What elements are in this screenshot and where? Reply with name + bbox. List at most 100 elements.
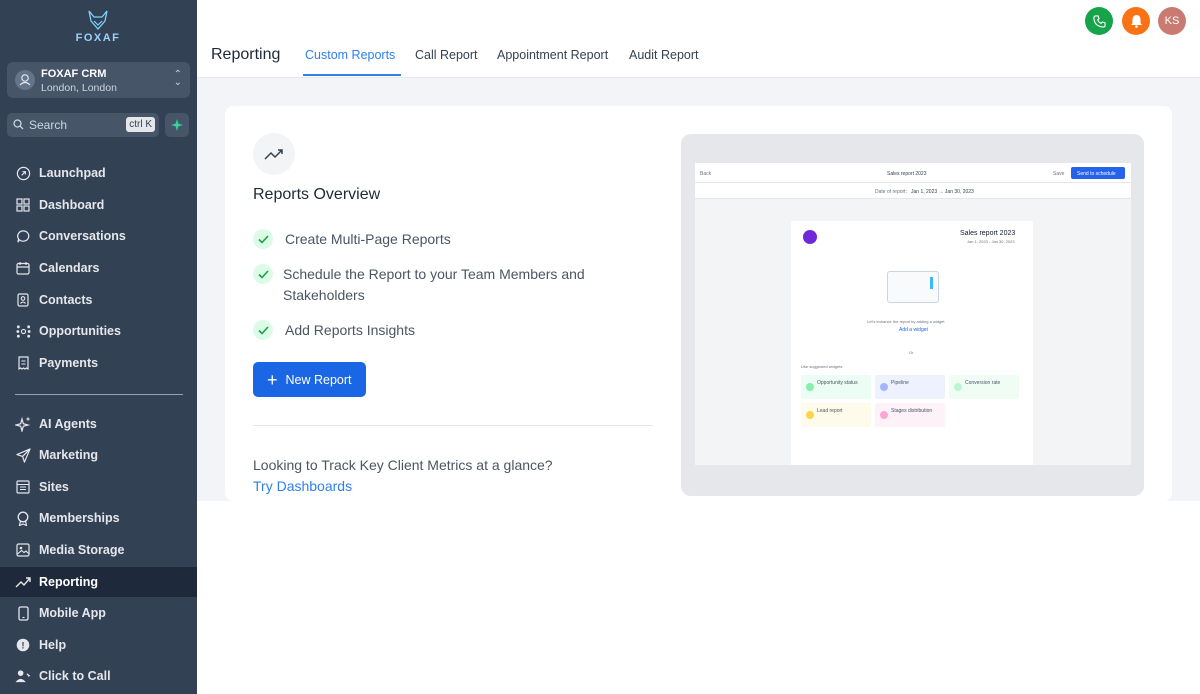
sidebar-item-label: Conversations [39,229,126,243]
account-location: London, London [41,82,117,94]
send-icon [15,447,31,463]
phone-button[interactable] [1085,7,1113,35]
sidebar-item-marketing[interactable]: Marketing [0,440,197,470]
sidebar-item-label: Opportunities [39,324,121,338]
page-title: Reporting [211,46,281,63]
sidebar-item-label: Click to Call [39,669,111,683]
sidebar-item-label: AI Agents [39,417,97,431]
section-divider [253,425,653,426]
tab-custom-reports[interactable]: Custom Reports [305,48,395,62]
check-icon [253,320,273,340]
try-dashboards-link[interactable]: Try Dashboards [253,478,352,494]
preview-suggested: Use suggested widgets [801,364,843,369]
sidebar-item-sites[interactable]: Sites [0,472,197,502]
sidebar-item-conversations[interactable]: Conversations [0,221,197,251]
chevron-updown-icon: ⌃ ⌄ [173,69,182,88]
preview-or: Or [909,350,914,355]
sidebar-item-label: Calendars [39,261,100,275]
trending-up-icon [264,149,283,160]
image-icon [15,542,31,558]
feature-text: Schedule the Report to your Team Members… [283,266,585,282]
calendar-icon [15,260,31,276]
preview-page-title: Sales report 2023 [960,230,1016,237]
tab-appointment-report[interactable]: Appointment Report [497,48,608,62]
sidebar-item-payments[interactable]: Payments [0,348,197,378]
active-tab-indicator [303,74,401,76]
user-phone-icon [15,668,31,684]
widget-opportunity-status: Opportunity status [801,375,871,399]
sidebar-item-calendars[interactable]: Calendars [0,253,197,283]
notifications-button[interactable] [1122,7,1150,35]
preview-save: Save [1053,171,1065,177]
widget-conversion-rate: Conversion rate [949,375,1019,399]
preview-hint: Let's enhance the report by adding a wid… [867,319,945,324]
sidebar-item-label: Sites [39,480,69,494]
sidebar-item-label: Memberships [39,511,120,525]
chat-bubble-icon [15,228,31,244]
preview-date-label: Date of report: [875,189,907,195]
sidebar-item-contacts[interactable]: Contacts [0,285,197,315]
sidebar: FOXAF FOXAF CRM London, London ⌃ ⌄ Search… [0,0,197,694]
preview-add-widget: Add a widget [899,327,928,333]
tab-call-report[interactable]: Call Report [415,48,478,62]
account-name: FOXAF CRM [41,68,107,80]
report-preview-image: Back Sales report 2023 Save Send to sche… [695,163,1131,465]
search-icon [13,119,24,130]
preview-page [791,221,1033,465]
brand-name: FOXAF [75,32,121,44]
sidebar-item-launchpad[interactable]: Launchpad [0,158,197,188]
sidebar-item-label: Dashboard [39,198,105,212]
trend-icon [15,574,31,590]
sites-icon [15,479,31,495]
search-input[interactable]: Search ctrl K [7,113,159,137]
plus-icon: + [267,369,278,390]
preview-placeholder-graphic [887,271,939,303]
sidebar-item-label: Media Storage [39,543,125,557]
account-switcher[interactable]: FOXAF CRM London, London ⌃ ⌄ [7,62,190,98]
tab-audit-report[interactable]: Audit Report [629,48,698,62]
content-lower [197,501,1200,694]
rocket-icon [15,165,31,181]
sidebar-item-ai-agents[interactable]: AI Agents [0,409,197,439]
user-avatar[interactable]: KS [1158,7,1186,35]
quick-action-button[interactable] [165,113,189,137]
search-placeholder: Search [29,118,68,132]
top-header: Reporting Custom Reports Call Report App… [197,0,1200,78]
brand-logo[interactable]: FOXAF [66,10,130,50]
sidebar-item-media-storage[interactable]: Media Storage [0,535,197,565]
sidebar-item-memberships[interactable]: Memberships [0,503,197,533]
sidebar-item-mobile-app[interactable]: Mobile App [0,598,197,628]
feature-text: Create Multi-Page Reports [285,231,451,247]
opportunities-icon [15,323,31,339]
sidebar-item-opportunities[interactable]: Opportunities [0,316,197,346]
sidebar-item-reporting[interactable]: Reporting [0,567,197,597]
award-icon [15,510,31,526]
receipt-icon [15,355,31,371]
check-icon [253,264,273,284]
preview-page-dates: Jan 1, 2023 - Jan 30, 2023 [967,239,1015,244]
location-avatar [15,70,35,90]
sidebar-item-label: Mobile App [39,606,106,620]
overview-title: Reports Overview [253,186,381,203]
sidebar-divider [15,394,183,395]
sidebar-item-label: Launchpad [39,166,106,180]
location-pin-icon [19,74,31,86]
fox-logo-icon [88,10,108,30]
preview-logo [803,230,817,244]
widget-pipeline: Pipeline [875,375,945,399]
grid-icon [15,197,31,213]
sidebar-item-label: Payments [39,356,99,370]
sidebar-item-label: Marketing [39,448,99,462]
dashboards-prompt: Looking to Track Key Client Metrics at a… [253,457,553,473]
sidebar-item-help[interactable]: ! Help [0,630,197,660]
sidebar-item-dashboard[interactable]: Dashboard [0,190,197,220]
bell-icon [1130,15,1142,28]
svg-text:!: ! [22,641,25,651]
feature-text: Stakeholders [283,287,365,303]
new-report-button[interactable]: + New Report [253,362,366,397]
sidebar-item-click-to-call[interactable]: Click to Call [0,661,197,691]
preview-send-label: Send to schedule [1077,171,1116,177]
sidebar-item-label: Contacts [39,293,93,307]
check-icon [253,229,273,249]
preview-title: Sales report 2023 [887,171,927,177]
